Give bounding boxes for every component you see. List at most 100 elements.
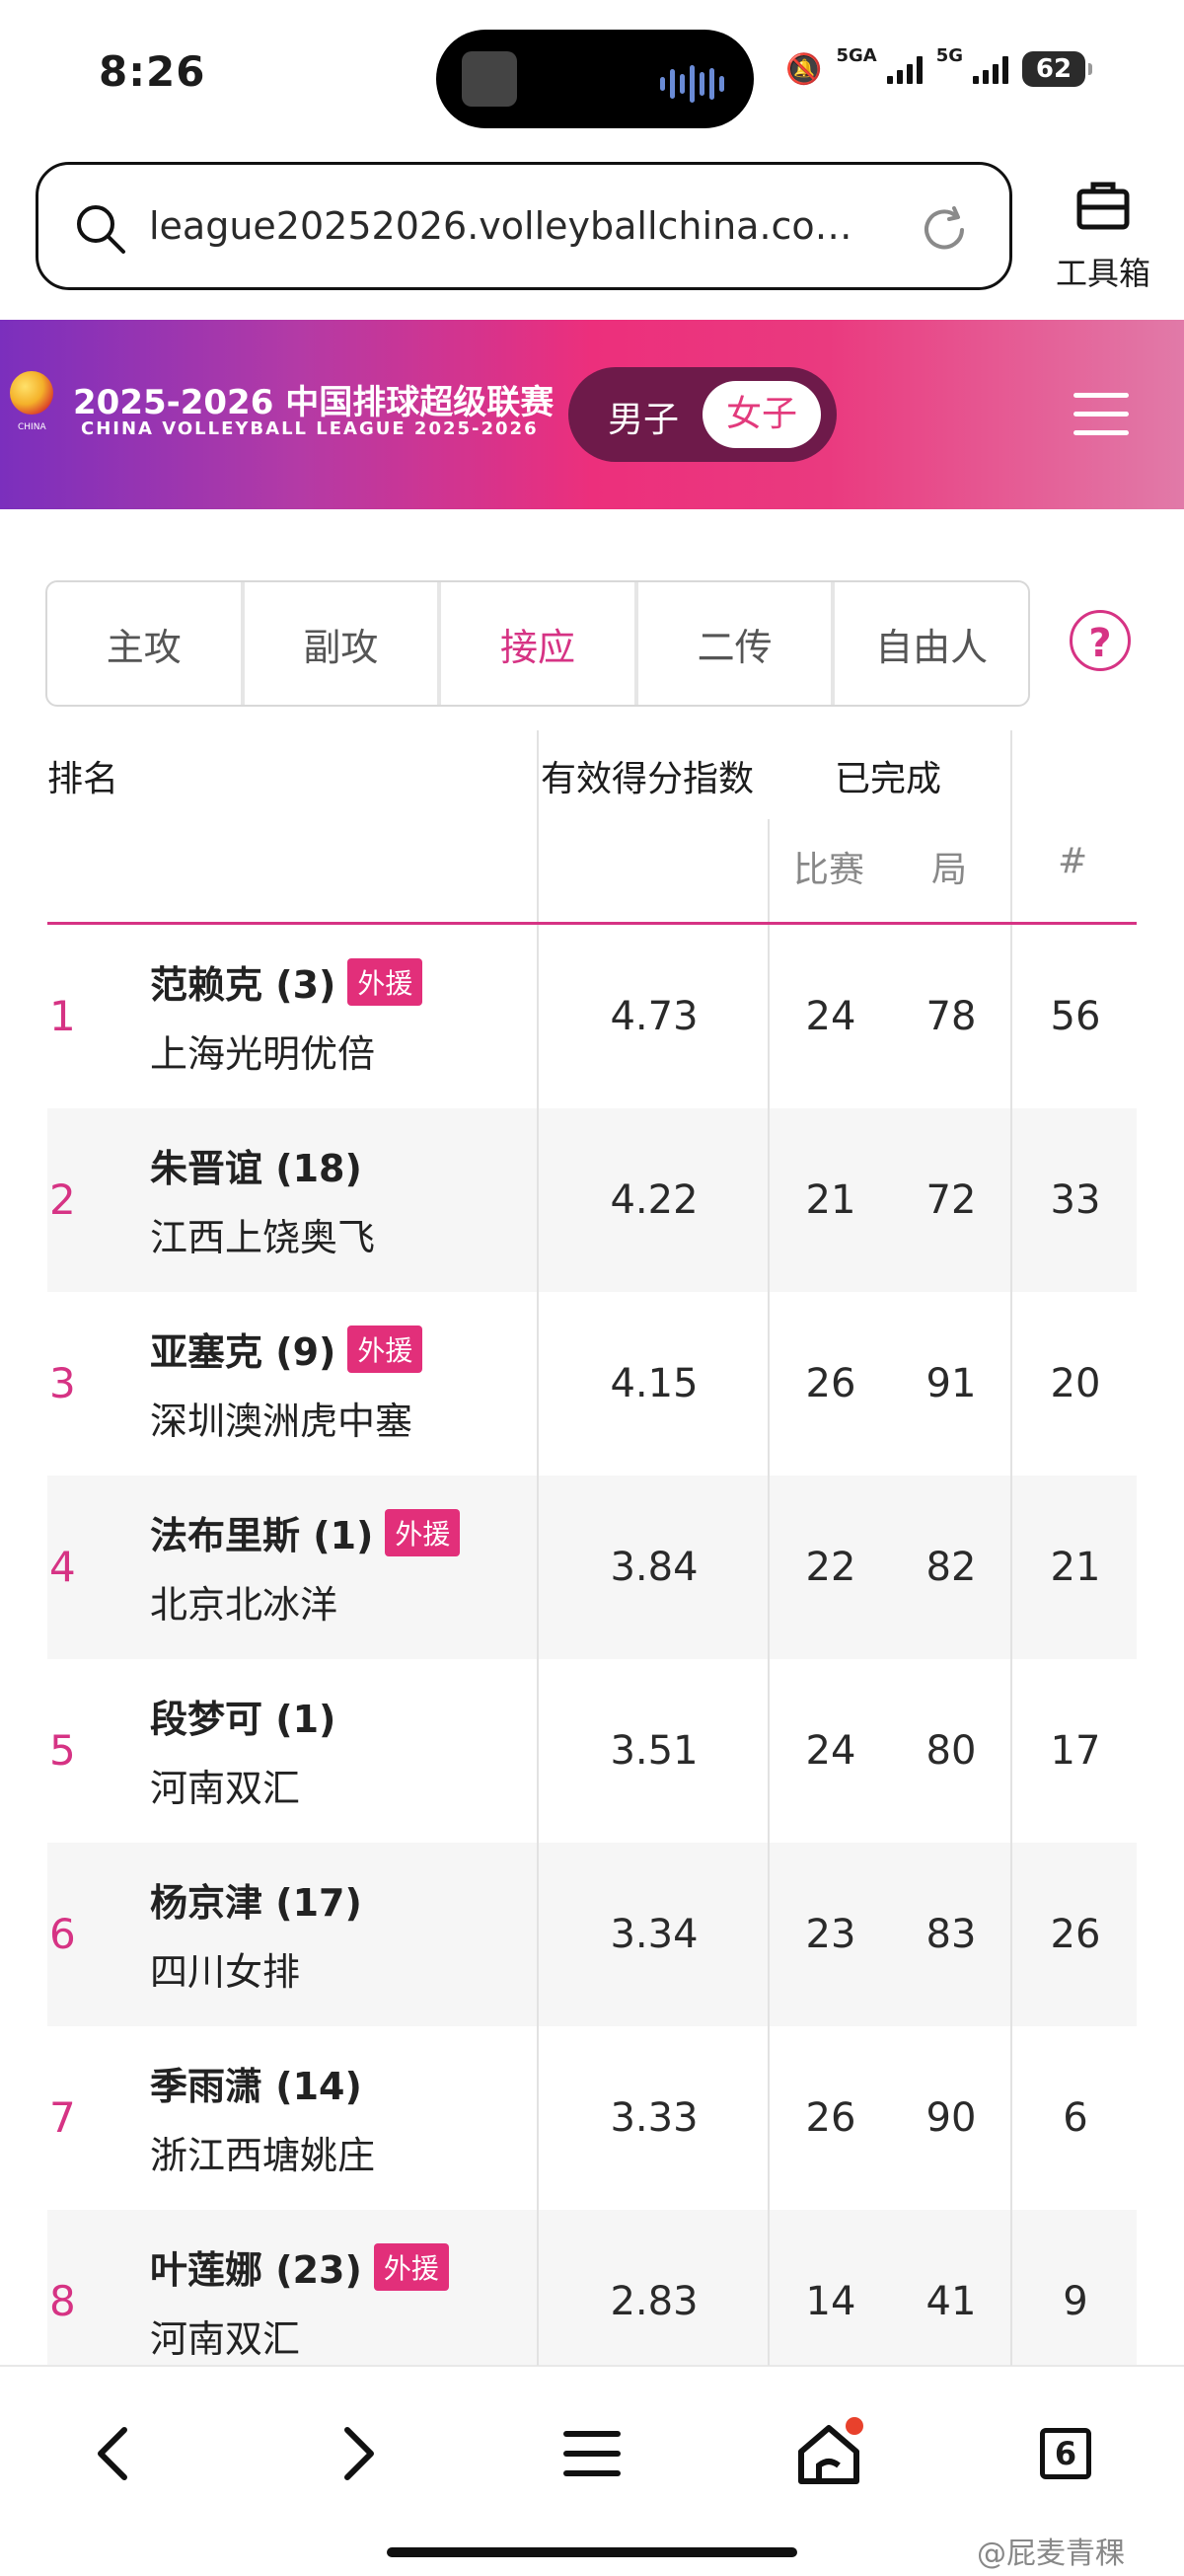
- header-divider: [1010, 730, 1012, 924]
- sets-count: 72: [925, 1177, 977, 1223]
- sets-count: 91: [925, 1361, 977, 1406]
- sets-count: 82: [925, 1545, 977, 1590]
- num-value: 6: [1063, 2095, 1088, 2141]
- menu-list-icon[interactable]: [553, 2414, 631, 2493]
- tabs-count: 6: [1040, 2428, 1091, 2479]
- player-name[interactable]: 范赖克 (3) 外援: [150, 954, 423, 1009]
- sets-count: 83: [925, 1912, 977, 1957]
- num-value: 56: [1050, 994, 1101, 1039]
- player-name[interactable]: 亚塞克 (9) 外援: [150, 1322, 423, 1376]
- tab-middle-blocker[interactable]: 副攻: [245, 582, 442, 705]
- foreign-badge: 外援: [347, 1325, 423, 1373]
- team-name: 江西上饶奥飞: [150, 1216, 376, 1259]
- num-value: 20: [1050, 1361, 1101, 1406]
- player-name[interactable]: 叶莲娜 (23) 外援: [150, 2239, 449, 2294]
- header-divider: [768, 819, 770, 924]
- table-row[interactable]: 1 范赖克 (3) 外援 上海光明优倍 4.73 24 78 56: [47, 925, 1137, 1108]
- matches-count: 26: [805, 2095, 856, 2141]
- player-name-text: 杨京津 (17): [150, 1881, 362, 1925]
- foreign-badge: 外援: [347, 957, 423, 1006]
- audio-wave-icon: [660, 65, 724, 103]
- matches-count: 24: [805, 994, 856, 1039]
- status-time: 8:26: [99, 47, 206, 96]
- help-icon[interactable]: ?: [1070, 610, 1131, 671]
- signal-label-2: 5G: [935, 44, 963, 66]
- rank-number: 7: [49, 2093, 76, 2142]
- browser-bottom-bar: 6 @屁麦青稞: [0, 2365, 1184, 2576]
- header-divider: [537, 730, 539, 924]
- table-row[interactable]: 2 朱晋谊 (18) 江西上饶奥飞 4.22 21 72 33: [47, 1108, 1137, 1292]
- league-title: 2025-2026 中国排球超级联赛: [73, 383, 555, 422]
- signal-icon-1: [886, 54, 923, 84]
- header-sets: 局: [931, 850, 968, 890]
- player-name[interactable]: 段梦可 (1): [150, 1689, 335, 1743]
- matches-count: 22: [805, 1545, 856, 1590]
- home-icon[interactable]: [789, 2414, 868, 2493]
- male-option[interactable]: 男子: [608, 391, 679, 442]
- sets-count: 90: [925, 2095, 977, 2141]
- team-name: 上海光明优倍: [150, 1032, 376, 1076]
- player-name[interactable]: 季雨潇 (14): [150, 2056, 362, 2110]
- player-name-text: 叶莲娜 (23): [150, 2248, 362, 2292]
- foreign-badge: 外援: [385, 1508, 461, 1556]
- status-bar: 8:26 🔕 5GA 5G 62: [0, 0, 1184, 148]
- menu-icon[interactable]: [1073, 393, 1129, 436]
- player-name[interactable]: 杨京津 (17): [150, 1872, 362, 1927]
- mute-bell-icon: 🔕: [785, 51, 823, 87]
- tab-outside-hitter[interactable]: 主攻: [47, 582, 245, 705]
- status-icons: 🔕 5GA 5G 62: [785, 45, 1092, 87]
- rank-number: 5: [49, 1726, 76, 1775]
- score-index: 4.22: [610, 1177, 699, 1223]
- url-text[interactable]: league20252026.volleyballchina.co…: [149, 204, 852, 248]
- position-tabs: 主攻 副攻 接应 二传 自由人: [45, 580, 1030, 707]
- player-name[interactable]: 朱晋谊 (18): [150, 1138, 362, 1192]
- num-value: 17: [1050, 1728, 1101, 1774]
- ranking-table: 1 范赖克 (3) 外援 上海光明优倍 4.73 24 78 56 2 朱晋谊 (…: [47, 925, 1137, 2393]
- header-matches: 比赛: [793, 850, 865, 890]
- table-row[interactable]: 7 季雨潇 (14) 浙江西塘姚庄 3.33 26 90 6: [47, 2026, 1137, 2210]
- toolbox-label: 工具箱: [1055, 255, 1150, 292]
- sets-count: 80: [925, 1728, 977, 1774]
- gender-toggle[interactable]: 男子 女子: [568, 367, 837, 462]
- forward-icon[interactable]: [318, 2414, 397, 2493]
- team-name: 河南双汇: [150, 2317, 301, 2361]
- signal-label-1: 5GA: [836, 44, 877, 66]
- back-icon[interactable]: [75, 2414, 154, 2493]
- rank-number: 3: [49, 1359, 76, 1407]
- team-name: 深圳澳洲虎中塞: [150, 1400, 413, 1443]
- team-name: 北京北冰洋: [150, 1583, 338, 1627]
- tab-setter[interactable]: 二传: [638, 582, 836, 705]
- watermark: @屁麦青稞: [977, 2537, 1125, 2571]
- female-option[interactable]: 女子: [703, 381, 821, 448]
- team-name: 四川女排: [150, 1950, 301, 1994]
- num-value: 33: [1050, 1177, 1101, 1223]
- volleyball-logo-icon: [10, 371, 53, 415]
- player-name-text: 段梦可 (1): [150, 1698, 336, 1741]
- reload-icon[interactable]: [919, 204, 970, 256]
- player-name[interactable]: 法布里斯 (1) 外援: [150, 1505, 461, 1559]
- header-num: #: [1058, 841, 1088, 881]
- column-divider: [1010, 925, 1012, 2366]
- site-header: CHINA 2025-2026 中国排球超级联赛 CHINA VOLLEYBAL…: [0, 320, 1184, 509]
- header-rank: 排名: [47, 759, 119, 799]
- table-row[interactable]: 5 段梦可 (1) 河南双汇 3.51 24 80 17: [47, 1659, 1137, 1843]
- rank-number: 6: [49, 1910, 76, 1958]
- media-thumbnail: [462, 51, 517, 107]
- rank-number: 2: [49, 1175, 76, 1224]
- table-row[interactable]: 3 亚塞克 (9) 外援 深圳澳洲虎中塞 4.15 26 91 20: [47, 1292, 1137, 1476]
- matches-count: 21: [805, 1177, 856, 1223]
- table-header: 排名 有效得分指数 已完成 比赛 局 #: [45, 730, 1137, 924]
- tab-opposite[interactable]: 接应: [441, 582, 638, 705]
- num-value: 26: [1050, 1912, 1101, 1957]
- address-bar[interactable]: league20252026.volleyballchina.co…: [36, 162, 1012, 290]
- table-row[interactable]: 6 杨京津 (17) 四川女排 3.34 23 83 26: [47, 1843, 1137, 2026]
- toolbox-button[interactable]: 工具箱: [1044, 174, 1162, 292]
- dynamic-island: [436, 30, 754, 128]
- player-name-text: 亚塞克 (9): [150, 1330, 336, 1374]
- tab-libero[interactable]: 自由人: [835, 582, 1028, 705]
- table-row[interactable]: 4 法布里斯 (1) 外援 北京北冰洋 3.84 22 82 21: [47, 1476, 1137, 1659]
- player-name-text: 朱晋谊 (18): [150, 1147, 362, 1190]
- toolbox-icon: [1076, 182, 1130, 230]
- tabs-button[interactable]: 6: [1026, 2414, 1105, 2493]
- signal-icon-2: [973, 54, 1008, 84]
